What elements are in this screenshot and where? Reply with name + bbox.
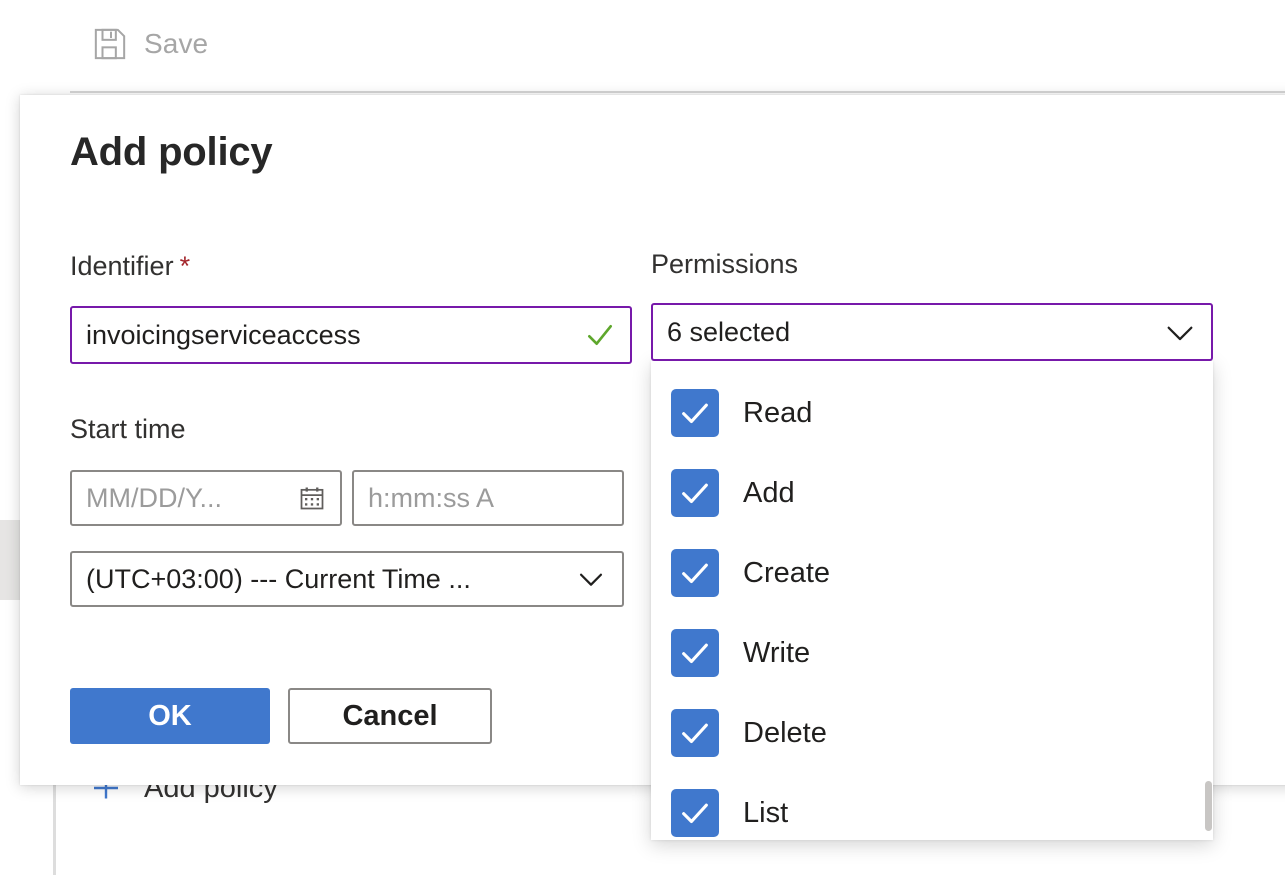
required-asterisk: * — [179, 251, 191, 281]
permissions-dropdown-list: Read Add Create Write Delete List — [651, 361, 1213, 840]
checkbox-create[interactable] — [671, 549, 719, 597]
permission-option-create[interactable]: Create — [651, 533, 1213, 613]
permission-option-label: Create — [743, 556, 831, 589]
checkbox-read[interactable] — [671, 389, 719, 437]
start-date-placeholder: MM/DD/Y... — [86, 482, 223, 513]
checkbox-list[interactable] — [671, 789, 719, 837]
start-date-input[interactable]: MM/DD/Y... — [70, 470, 342, 526]
floppy-disk-save-icon — [90, 24, 130, 64]
checkmark-icon — [584, 319, 616, 351]
cancel-button-label: Cancel — [342, 699, 438, 732]
permissions-selected-summary: 6 selected — [667, 316, 791, 347]
start-time-label: Start time — [70, 414, 186, 444]
identifier-input-value: invoicingserviceaccess — [86, 319, 361, 350]
chevron-down-icon[interactable] — [1163, 315, 1197, 349]
ok-button[interactable]: OK — [70, 688, 270, 744]
save-button[interactable]: Save — [82, 20, 216, 68]
permission-option-delete[interactable]: Delete — [651, 693, 1213, 773]
save-label: Save — [144, 28, 209, 59]
permission-option-write[interactable]: Write — [651, 613, 1213, 693]
permission-option-label: Delete — [743, 716, 827, 749]
permission-option-label: Read — [743, 396, 813, 429]
dropdown-scrollbar[interactable] — [1205, 781, 1212, 831]
timezone-select[interactable]: (UTC+03:00) --- Current Time ... — [70, 551, 624, 607]
page-title: Add policy — [70, 130, 273, 174]
permission-option-read[interactable]: Read — [651, 373, 1213, 453]
command-bar: Save — [0, 0, 1285, 93]
permission-option-add[interactable]: Add — [651, 453, 1213, 533]
identifier-input[interactable]: invoicingserviceaccess — [70, 306, 632, 364]
ok-button-label: OK — [148, 699, 192, 732]
permission-option-list[interactable]: List — [651, 773, 1213, 840]
permission-option-label: List — [743, 796, 789, 829]
permission-option-label: Add — [743, 476, 795, 509]
checkbox-add[interactable] — [671, 469, 719, 517]
checkbox-write[interactable] — [671, 629, 719, 677]
permissions-combobox[interactable]: 6 selected — [651, 303, 1213, 361]
command-bar-divider — [70, 91, 1285, 93]
identifier-label: Identifier * — [70, 251, 191, 281]
chevron-down-icon — [574, 562, 608, 596]
timezone-select-value: (UTC+03:00) --- Current Time ... — [86, 565, 471, 593]
checkbox-delete[interactable] — [671, 709, 719, 757]
permission-option-label: Write — [743, 636, 811, 669]
calendar-icon[interactable] — [298, 484, 326, 512]
start-time-placeholder: h:mm:ss A — [368, 482, 495, 513]
cancel-button[interactable]: Cancel — [288, 688, 492, 744]
permissions-label: Permissions — [651, 249, 799, 279]
start-time-input[interactable]: h:mm:ss A — [352, 470, 624, 526]
